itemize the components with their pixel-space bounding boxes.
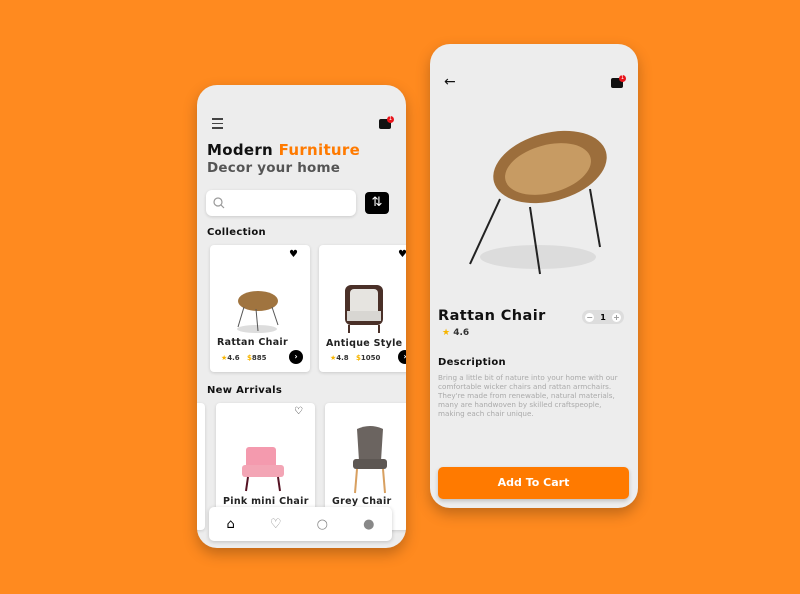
pink-chair-image	[242, 447, 284, 492]
heart-filled-icon[interactable]: ♥	[398, 249, 406, 260]
rattan-chair-image	[237, 291, 279, 333]
heart-filled-icon[interactable]: ♥	[289, 249, 298, 260]
rattan-chair-image	[469, 130, 607, 275]
search-icon[interactable]: ○	[317, 517, 328, 532]
chevron-right-icon[interactable]: ›	[398, 350, 406, 364]
cart-badge: 1	[387, 116, 394, 123]
collection-heading: Collection	[207, 227, 266, 238]
home-icon[interactable]: ⌂	[227, 517, 235, 532]
antique-chair-image	[345, 285, 383, 333]
sort-button[interactable]: ⇅	[365, 192, 389, 214]
product-card[interactable]: ♥ Rattan Chair ★4.6 $885 ›	[210, 245, 310, 372]
minus-button[interactable]: −	[585, 312, 595, 322]
quantity-value: 1	[600, 312, 606, 322]
product-name: Pink mini Chair	[223, 496, 309, 507]
add-to-cart-button[interactable]: Add To Cart	[438, 467, 629, 499]
product-meta: ★4.6 $885	[221, 354, 267, 362]
product-card[interactable]: ♥ Antique Style ★4.8 $1050 ›	[319, 245, 406, 372]
heart-outline-icon[interactable]: ♡	[294, 406, 303, 417]
product-rating: ★ 4.6	[442, 328, 470, 338]
menu-icon[interactable]	[212, 118, 223, 132]
product-name: Rattan Chair	[217, 337, 288, 348]
product-meta: ★4.8 $1050	[330, 354, 381, 362]
profile-icon[interactable]: ●	[363, 517, 374, 532]
grey-chair-image	[353, 426, 387, 494]
back-arrow-icon[interactable]: ←	[444, 74, 456, 90]
new-arrivals-heading: New Arrivals	[207, 385, 283, 396]
product-name: Antique Style	[326, 338, 403, 349]
plus-button[interactable]: +	[611, 312, 621, 322]
page-subtitle: Decor your home	[207, 160, 341, 176]
bottom-nav: ⌂ ♡ ○ ●	[209, 507, 392, 541]
search-icon	[213, 197, 225, 209]
description-text: Bring a little bit of nature into your h…	[438, 373, 618, 418]
product-card[interactable]	[197, 403, 205, 530]
page-title: Modern Furniture	[207, 141, 361, 159]
quantity-stepper[interactable]: − 1 +	[582, 310, 624, 324]
product-title: Rattan Chair	[438, 308, 546, 324]
search-input[interactable]	[206, 190, 356, 216]
home-screen: 1 Modern Furniture Decor your home ⇅ Col…	[197, 85, 406, 548]
detail-screen: ← 1 Rattan Chair ★ 4.6 − 1 + Description…	[430, 44, 638, 508]
cart-badge: 1	[619, 75, 626, 82]
chevron-right-icon[interactable]: ›	[289, 350, 303, 364]
heart-icon[interactable]: ♡	[270, 517, 282, 532]
product-name: Grey Chair	[332, 496, 392, 507]
description-heading: Description	[438, 357, 506, 368]
